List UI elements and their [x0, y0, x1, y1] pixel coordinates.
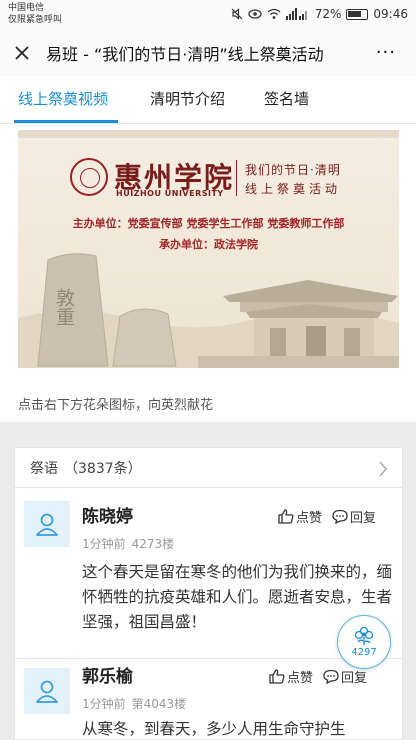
message-meta: 1分钟前 4273楼: [82, 535, 174, 552]
message-actions: 点赞 回复: [269, 667, 367, 686]
mute-icon: [231, 8, 243, 20]
battery-icon: [346, 8, 369, 20]
message-author: 陈晓婷: [82, 507, 133, 527]
flower-count: 4297: [351, 647, 377, 658]
like-label: 点赞: [296, 511, 323, 526]
wifi-icon: [267, 8, 281, 19]
university-name-en: HUIZHOU UNIVERSITY: [116, 189, 224, 198]
close-icon: [15, 46, 29, 60]
message-time: 1分钟前: [82, 537, 126, 551]
avatar[interactable]: [24, 668, 70, 714]
messages-title-label: 祭语: [30, 461, 58, 477]
offer-flower-button[interactable]: 4297: [337, 615, 391, 669]
carrier-name: 中国电信: [8, 3, 45, 13]
tab-signature-wall[interactable]: 签名墙: [264, 76, 309, 124]
title-bar: 易班 - “我们的节日·清明”线上祭奠活动 ···: [0, 30, 416, 76]
message-author: 郭乐榆: [82, 667, 133, 687]
message-floor: 4273楼: [131, 537, 175, 551]
comment-icon: [332, 509, 348, 524]
messages-header[interactable]: 祭语 （3837条）: [15, 448, 402, 488]
reply-label: 回复: [341, 671, 368, 686]
chevron-right-icon[interactable]: [378, 461, 388, 477]
reply-label: 回复: [350, 511, 377, 526]
comment-icon: [323, 669, 339, 684]
banner-event-title: 我们的节日·清明: [245, 163, 341, 177]
banner-divider: [236, 160, 237, 196]
clock: 09:46: [373, 7, 408, 21]
message-floor: 第4043楼: [131, 697, 187, 711]
user-icon: [36, 680, 58, 703]
status-icons: 72% 09:46: [231, 7, 408, 21]
memorial-scene-illustration: 敦重: [18, 253, 399, 368]
avatar[interactable]: [24, 501, 70, 547]
message-item: 郭乐榆 点赞 回复 1分钟前 第4043楼 从寒冬，到春天，多少人用生命守护生: [15, 659, 402, 739]
banner-card: 惠州学院 HUIZHOU UNIVERSITY 我们的节日·清明 线上祭奠活动 …: [0, 124, 416, 422]
messages-card: 祭语 （3837条） 陈晓婷 点赞 回复 1分钟前 4273楼 这个春天是留在寒冬的…: [14, 447, 403, 740]
event-banner[interactable]: 惠州学院 HUIZHOU UNIVERSITY 我们的节日·清明 线上祭奠活动 …: [18, 130, 399, 368]
thumbs-up-icon: [269, 669, 285, 684]
message-time: 1分钟前: [82, 697, 126, 711]
like-button[interactable]: 点赞: [269, 667, 313, 686]
reply-button[interactable]: 回复: [323, 667, 367, 686]
flower-icon: [354, 626, 374, 645]
carrier-info: 中国电信 仅限紧急呼叫: [8, 2, 62, 26]
message-meta: 1分钟前 第4043楼: [82, 695, 186, 712]
more-button[interactable]: ···: [376, 42, 396, 63]
like-button[interactable]: 点赞: [278, 507, 322, 526]
thumbs-up-icon: [278, 509, 294, 524]
tab-bar: 线上祭奠视频 清明节介绍 签名墙: [0, 76, 416, 124]
signal-icon: [285, 8, 307, 20]
user-icon: [36, 513, 58, 536]
carrier-note: 仅限紧急呼叫: [8, 15, 63, 25]
reply-button[interactable]: 回复: [332, 507, 376, 526]
tab-online-memorial-video[interactable]: 线上祭奠视频: [18, 76, 108, 124]
banner-caption: 点击右下方花朵图标，向英烈献花: [18, 398, 214, 413]
university-seal-icon: [70, 158, 108, 196]
close-button[interactable]: [0, 30, 44, 76]
eye-icon: [248, 9, 262, 19]
active-tab-indicator: [14, 120, 118, 123]
messages-title: 祭语 （3837条）: [30, 458, 142, 478]
message-actions: 点赞 回复: [278, 507, 376, 526]
battery-percent: 72%: [314, 7, 342, 21]
banner-sponsor: 主办单位：党委宣传部 党委学生工作部 党委教师工作部: [72, 217, 345, 230]
page-title: 易班 - “我们的节日·清明”线上祭奠活动: [46, 45, 324, 64]
banner-event-subtitle: 线上祭奠活动: [245, 182, 342, 196]
banner-top-strip: [18, 130, 399, 138]
messages-count: （3837条）: [64, 461, 142, 477]
tab-qingming-intro[interactable]: 清明节介绍: [150, 76, 225, 124]
message-text: 从寒冬，到春天，多少人用生命守护生: [82, 720, 346, 738]
status-bar: 中国电信 仅限紧急呼叫 72% 09:46: [0, 0, 416, 30]
like-label: 点赞: [287, 671, 314, 686]
rock-inscription: 敦重: [53, 288, 75, 326]
